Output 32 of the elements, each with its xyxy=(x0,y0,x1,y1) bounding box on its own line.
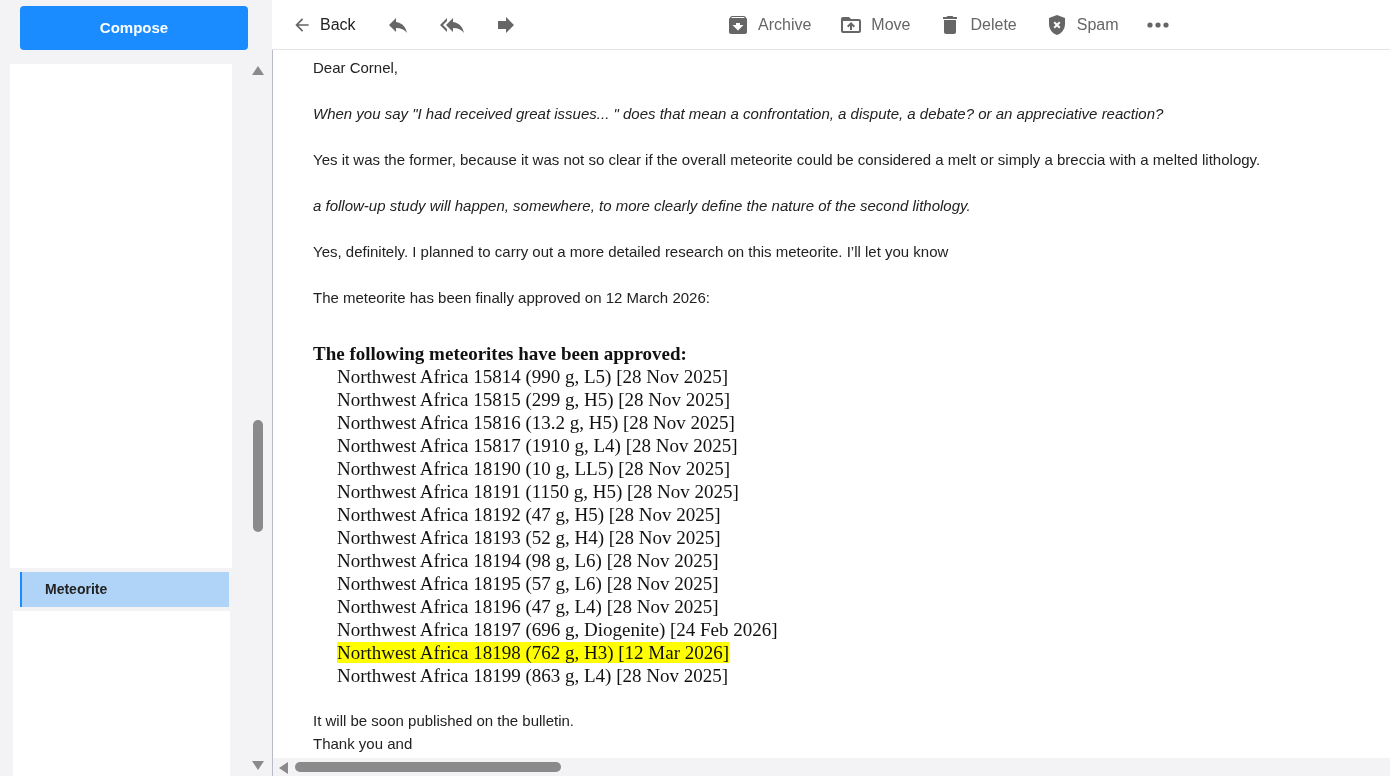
move-button[interactable]: Move xyxy=(835,8,915,41)
meteorite-entry: Northwest Africa 18192 (47 g, H5) [28 Nov 2025] xyxy=(337,504,721,525)
meteorite-entry: Northwest Africa 18198 (762 g, H3) [12 Mar 2026] xyxy=(337,642,730,663)
meteorite-entry: Northwest Africa 15817 (1910 g, L4) [28 Nov 2025] xyxy=(337,435,738,456)
folder-item[interactable]: Meteorite xyxy=(20,572,229,607)
message-line: Thank you and xyxy=(313,734,414,754)
meteorite-entry: Northwest Africa 15816 (13.2 g, H5) [28 Nov 2025] xyxy=(337,412,735,433)
archive-button[interactable]: Archive xyxy=(722,8,816,41)
back-button[interactable]: Back xyxy=(288,8,360,41)
meteorite-entry: Northwest Africa 18196 (47 g, L4) [28 Nov 2025] xyxy=(337,596,719,617)
meteorite-entry: Northwest Africa 18197 (696 g, Diogenite) [24 Feb 2026] xyxy=(337,619,778,640)
meteorite-entry: Northwest Africa 18199 (863 g, L4) [28 Nov 2025] xyxy=(337,665,728,686)
meteorite-entry: Northwest Africa 15815 (299 g, H5) [28 Nov 2025] xyxy=(337,389,731,410)
meteorite-entry: Northwest Africa 18194 (98 g, L6) [28 Nov 2025] xyxy=(337,550,719,571)
message-paragraph: Dear Cornel, xyxy=(313,58,400,78)
spam-button[interactable]: Spam xyxy=(1040,8,1123,41)
meteorite-entry: Northwest Africa 18195 (57 g, L6) [28 Nov 2025] xyxy=(337,573,719,594)
meteorite-entry: Northwest Africa 15814 (990 g, L5) [28 Nov 2025] xyxy=(337,366,728,387)
compose-button[interactable]: Compose xyxy=(20,6,248,50)
horizontal-scrollbar[interactable] xyxy=(273,758,1390,776)
message-paragraph: a follow-up study will happen, somewhere, to more clearly define the nature of the second lithology. xyxy=(313,196,972,216)
meteorite-entry: Northwest Africa 18190 (10 g, LL5) [28 Nov 2025] xyxy=(337,458,731,479)
meteorite-entry: Northwest Africa 18193 (52 g, H4) [28 Nov 2025] xyxy=(337,527,721,548)
message-paragraph: Yes it was the former, because it was not so clear if the overall meteorite could be considered a melt or simply a breccia with a melted lithology. xyxy=(313,150,1262,170)
delete-button[interactable]: Delete xyxy=(934,8,1021,41)
more-icon xyxy=(1146,21,1169,28)
message-line: It will be soon published on the bulletin. xyxy=(313,711,575,731)
message-paragraph: The meteorite has been finally approved on 12 March 2026: xyxy=(313,288,711,308)
meteorite-entry: Northwest Africa 18191 (1150 g, H5) [28 Nov 2025] xyxy=(337,481,739,502)
message-paragraph: When you say "I had received great issues... " does that mean a confrontation, a dispute, a debate? or an appreciative reaction? xyxy=(313,104,1165,124)
message-paragraph: Yes, definitely. I planned to carry out a more detailed research on this meteorite. I’ll let you know xyxy=(313,242,950,262)
list-heading: The following meteorites have been approved: xyxy=(313,342,688,365)
